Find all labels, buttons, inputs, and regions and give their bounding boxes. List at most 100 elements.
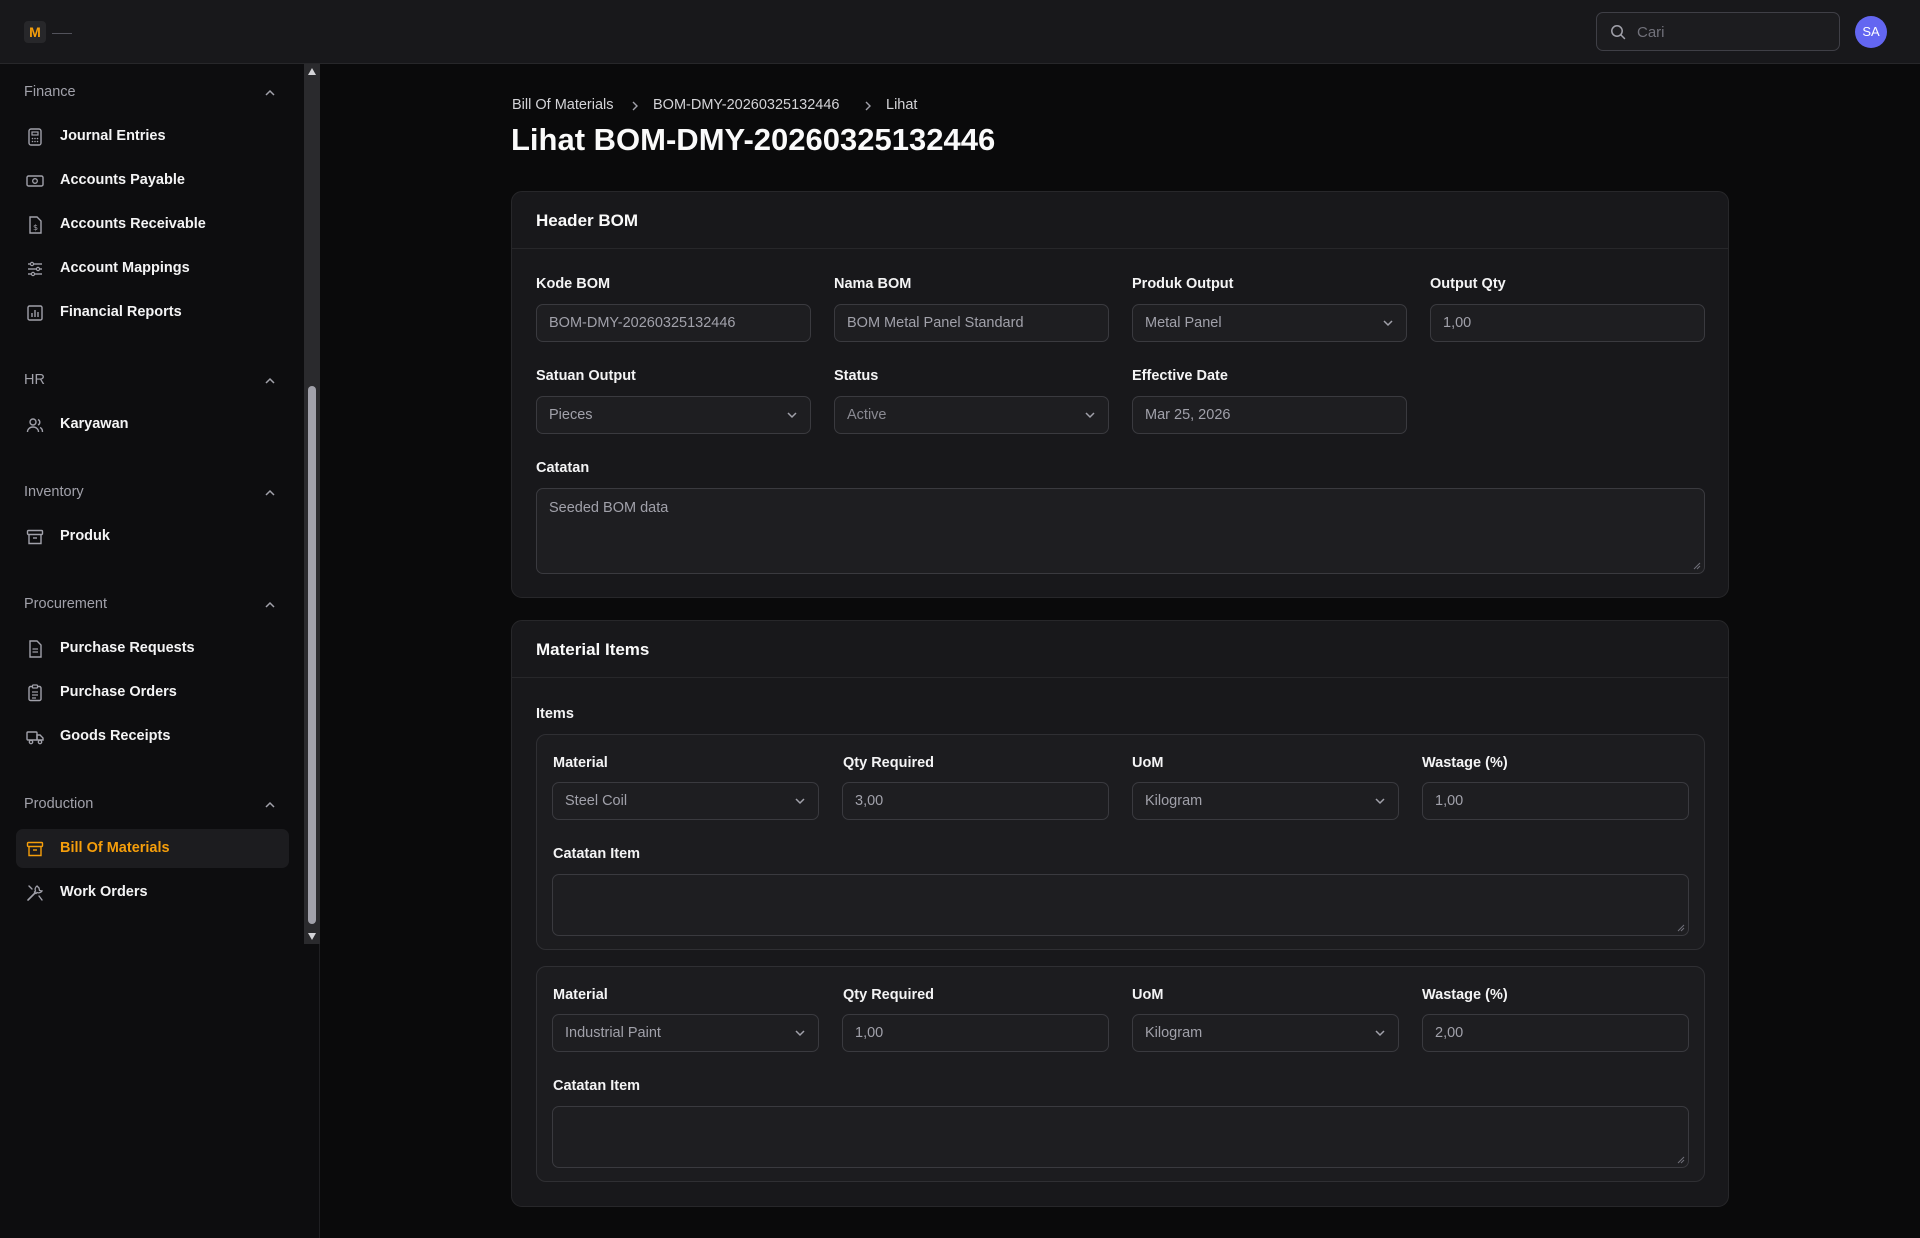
material-select[interactable]: Steel Coil: [552, 782, 819, 820]
produk-output-select[interactable]: Metal Panel: [1132, 304, 1407, 342]
group-title-hr[interactable]: HR: [24, 372, 45, 388]
sidebar-item-purchase-orders[interactable]: Purchase Orders: [16, 673, 289, 712]
qty-required-field[interactable]: 3,00: [842, 782, 1109, 820]
logo-subtitle: [52, 30, 72, 36]
chevron-down-icon: [795, 1030, 805, 1037]
svg-text:$: $: [33, 223, 38, 232]
card-title: Header BOM: [536, 211, 639, 230]
scrollbar-thumb[interactable]: [308, 386, 316, 924]
sidebar-item-accounts-payable[interactable]: Accounts Payable: [16, 161, 289, 200]
field-value: 3,00: [855, 793, 884, 809]
sidebar-item-label: Accounts Receivable: [60, 216, 206, 232]
field-value: Metal Panel: [1145, 315, 1222, 331]
sidebar-item-label: Karyawan: [60, 416, 129, 432]
user-avatar[interactable]: SA: [1855, 16, 1887, 48]
sidebar-item-accounts-receivable[interactable]: $ Accounts Receivable: [16, 205, 289, 244]
breadcrumb-item-bom-code[interactable]: BOM-DMY-20260325132446: [653, 97, 839, 113]
uom-select[interactable]: Kilogram: [1132, 1014, 1399, 1052]
group-title-production[interactable]: Production: [24, 796, 93, 812]
uom-label: UoM: [1132, 987, 1164, 1003]
material-select[interactable]: Industrial Paint: [552, 1014, 819, 1052]
resize-grip-icon[interactable]: [1677, 1156, 1685, 1164]
calculator-icon: [28, 128, 42, 146]
nama-bom-field[interactable]: BOM Metal Panel Standard: [834, 304, 1109, 342]
group-title-finance[interactable]: Finance: [24, 84, 76, 100]
card-header: Header BOM: [512, 192, 1728, 249]
produk-output-label: Produk Output: [1132, 276, 1234, 292]
uom-label: UoM: [1132, 755, 1164, 771]
wastage-label: Wastage (%): [1422, 987, 1508, 1003]
sidebar-item-label: Work Orders: [60, 884, 148, 900]
output-qty-field[interactable]: 1,00: [1430, 304, 1705, 342]
field-value: 2,00: [1435, 1025, 1464, 1041]
truck-icon: [26, 731, 44, 745]
chevron-up-icon[interactable]: [264, 376, 276, 386]
scroll-up-arrow-icon[interactable]: [308, 68, 316, 75]
wastage-label: Wastage (%): [1422, 755, 1508, 771]
sidebar-item-work-orders[interactable]: Work Orders: [16, 873, 289, 912]
kode-bom-field[interactable]: BOM-DMY-20260325132446: [536, 304, 811, 342]
scroll-down-arrow-icon[interactable]: [308, 933, 316, 940]
material-item-row: Material Steel Coil Qty Required 3,00 Uo…: [536, 734, 1705, 950]
banknote-icon: [26, 175, 44, 187]
chevron-up-icon[interactable]: [264, 800, 276, 810]
header-bom-card: Header BOM Kode BOM BOM-DMY-202603251324…: [511, 191, 1729, 598]
group-title-procurement[interactable]: Procurement: [24, 596, 107, 612]
chevron-down-icon: [787, 412, 797, 419]
breadcrumb-item-bill-of-materials[interactable]: Bill Of Materials: [512, 97, 614, 113]
sidebar-item-label: Purchase Requests: [60, 640, 195, 656]
field-value: 1,00: [1435, 793, 1464, 809]
search-icon: [1611, 25, 1626, 40]
resize-grip-icon[interactable]: [1693, 562, 1701, 570]
effective-date-field[interactable]: Mar 25, 2026: [1132, 396, 1407, 434]
material-label: Material: [553, 987, 608, 1003]
satuan-output-select[interactable]: Pieces: [536, 396, 811, 434]
catatan-textarea[interactable]: Seeded BOM data: [536, 488, 1705, 574]
sidebar-item-journal-entries[interactable]: Journal Entries: [16, 117, 289, 156]
chevron-down-icon: [1085, 412, 1095, 419]
catatan-item-textarea[interactable]: [552, 1106, 1689, 1168]
field-value: BOM-DMY-20260325132446: [549, 315, 736, 331]
sidebar-item-produk[interactable]: Produk: [16, 517, 289, 556]
sidebar-item-bill-of-materials[interactable]: Bill Of Materials: [16, 829, 289, 868]
resize-grip-icon[interactable]: [1677, 924, 1685, 932]
uom-select[interactable]: Kilogram: [1132, 782, 1399, 820]
sidebar: Finance Journal Entries Accounts Payable…: [0, 64, 320, 1238]
sidebar-item-account-mappings[interactable]: Account Mappings: [16, 249, 289, 288]
sidebar-scrollbar[interactable]: [304, 64, 320, 944]
search-input[interactable]: [1637, 21, 1827, 43]
field-value: Mar 25, 2026: [1145, 407, 1231, 423]
status-select[interactable]: Active: [834, 396, 1109, 434]
group-title-inventory[interactable]: Inventory: [24, 484, 84, 500]
sliders-icon: [28, 261, 42, 277]
chevron-up-icon[interactable]: [264, 488, 276, 498]
nama-bom-label: Nama BOM: [834, 276, 912, 292]
qty-required-field[interactable]: 1,00: [842, 1014, 1109, 1052]
sidebar-item-goods-receipts[interactable]: Goods Receipts: [16, 717, 289, 756]
archive-icon: [26, 529, 44, 545]
material-items-card: Material Items Items Material Steel Coil…: [511, 620, 1729, 1207]
search-box[interactable]: [1596, 12, 1840, 51]
chevron-up-icon[interactable]: [264, 88, 276, 98]
catatan-item-textarea[interactable]: [552, 874, 1689, 936]
catatan-label: Catatan: [536, 460, 590, 476]
file-text-icon: [29, 640, 42, 658]
wastage-field[interactable]: 1,00: [1422, 782, 1689, 820]
qty-required-label: Qty Required: [843, 987, 935, 1003]
chevron-up-icon[interactable]: [264, 600, 276, 610]
wastage-field[interactable]: 2,00: [1422, 1014, 1689, 1052]
file-dollar-icon: $: [29, 216, 42, 234]
card-header: Material Items: [512, 621, 1728, 678]
effective-date-label: Effective Date: [1132, 368, 1228, 384]
field-value: 1,00: [1443, 315, 1472, 331]
catatan-item-label: Catatan Item: [553, 1078, 641, 1094]
app-logo[interactable]: M: [24, 21, 46, 43]
output-qty-label: Output Qty: [1430, 276, 1506, 292]
field-value: Industrial Paint: [565, 1025, 661, 1041]
sidebar-item-financial-reports[interactable]: Financial Reports: [16, 293, 289, 332]
sidebar-item-purchase-requests[interactable]: Purchase Requests: [16, 629, 289, 668]
sidebar-item-karyawan[interactable]: Karyawan: [16, 405, 289, 444]
clipboard-list-icon: [28, 684, 42, 702]
tools-icon: [27, 885, 44, 901]
material-item-row: Material Industrial Paint Qty Required 1…: [536, 966, 1705, 1182]
